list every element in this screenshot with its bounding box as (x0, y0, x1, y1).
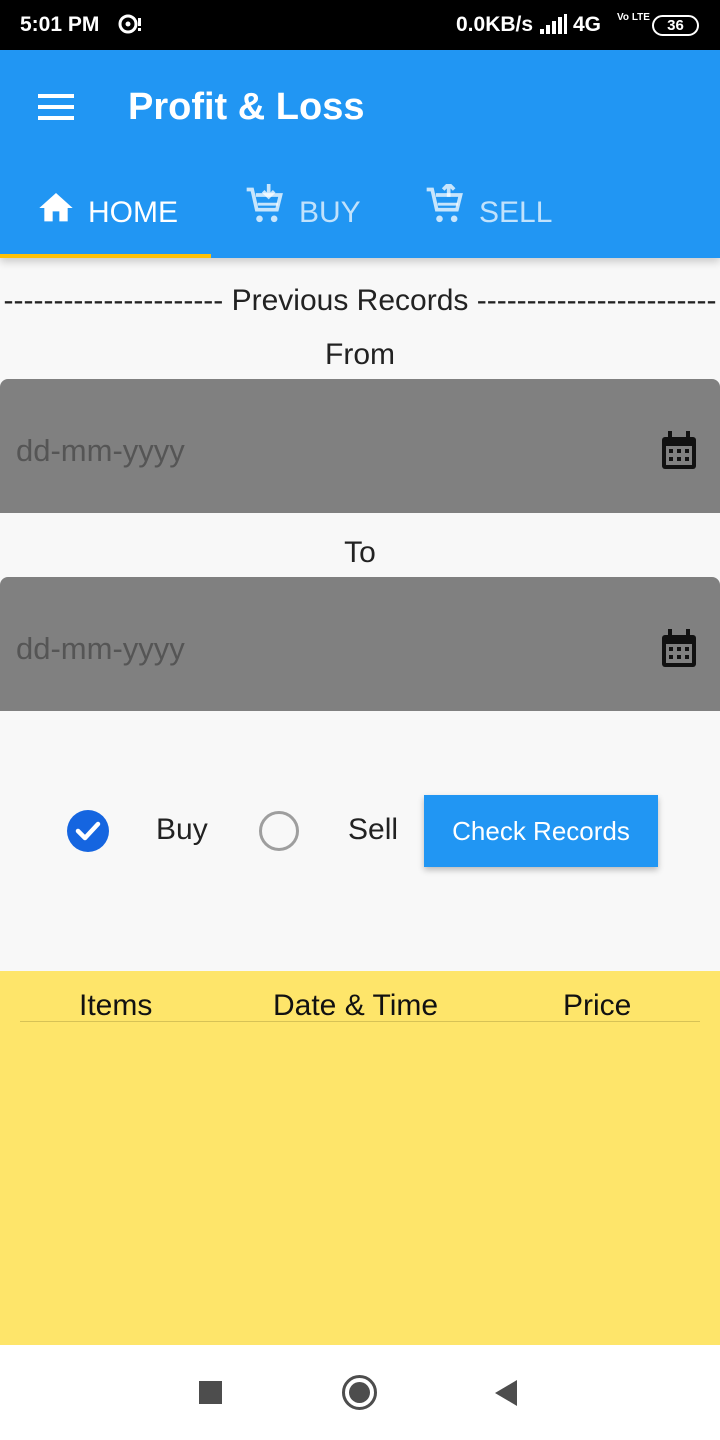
to-label: To (344, 536, 376, 569)
buy-checkbox[interactable] (67, 810, 109, 852)
calendar-icon[interactable] (660, 629, 698, 674)
previous-records-heading: ---------------------- Previous Records … (3, 284, 717, 317)
status-bar: 5:01 PM 0.0KB/s 4G Vo LTE 36 (0, 0, 720, 50)
cart-download-icon (243, 184, 287, 236)
sell-radio[interactable] (259, 811, 299, 851)
back-icon[interactable] (495, 1380, 517, 1406)
signal-icon (540, 14, 568, 40)
records-table: Items Date & Time Price (0, 971, 720, 1345)
tab-buy[interactable]: BUY (211, 178, 391, 258)
system-nav-bar (0, 1345, 720, 1440)
column-header-date-time: Date & Time (273, 989, 439, 1022)
buy-option-label[interactable]: Buy (156, 813, 208, 847)
tab-home[interactable]: HOME (0, 178, 211, 258)
tab-home-label: HOME (88, 196, 178, 229)
header-divider (20, 1021, 700, 1022)
sell-option-label[interactable]: Sell (348, 813, 398, 847)
tab-sell[interactable]: SELL (391, 178, 591, 258)
volte-indicator: Vo LTE (617, 12, 650, 23)
tab-sell-label: SELL (479, 196, 553, 229)
battery-icon: 36 (652, 15, 699, 36)
column-header-price: Price (563, 989, 632, 1022)
network-type: 4G (573, 13, 602, 36)
from-label: From (325, 338, 395, 371)
home-icon (36, 188, 76, 236)
home-nav-icon[interactable] (342, 1375, 377, 1410)
cart-upload-icon (423, 181, 467, 236)
check-icon (75, 821, 101, 841)
notification-icon (118, 13, 142, 41)
app-bar: Profit & Loss HOME BUY SELL (0, 50, 720, 258)
network-speed: 0.0KB/s (456, 13, 534, 36)
from-date-placeholder: dd-mm-yyyy (16, 433, 185, 468)
to-date-field[interactable]: dd-mm-yyyy (0, 577, 720, 711)
tab-indicator (0, 254, 211, 258)
battery-level: 36 (667, 17, 684, 34)
page-title: Profit & Loss (128, 86, 365, 128)
menu-icon[interactable] (36, 94, 76, 122)
to-date-placeholder: dd-mm-yyyy (16, 631, 185, 666)
from-date-field[interactable]: dd-mm-yyyy (0, 379, 720, 513)
tab-buy-label: BUY (299, 196, 361, 229)
column-header-items: Items (79, 989, 153, 1022)
status-time: 5:01 PM (20, 13, 100, 36)
check-records-button[interactable]: Check Records (424, 795, 658, 867)
recents-icon[interactable] (199, 1381, 222, 1404)
calendar-icon[interactable] (660, 431, 698, 476)
